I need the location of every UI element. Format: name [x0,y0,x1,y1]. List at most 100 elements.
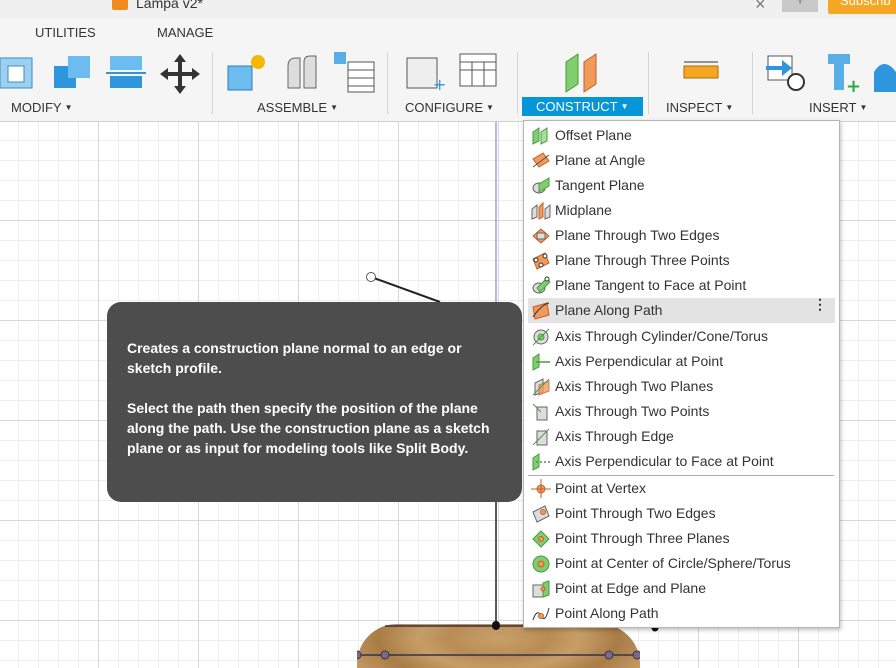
menu-item-midplane[interactable]: Midplane [528,198,835,223]
menu-item-plane-at-angle[interactable]: Plane at Angle [528,148,835,173]
insert-derive-icon[interactable] [766,52,808,94]
menu-item-point-vertex[interactable]: Point at Vertex [528,476,835,501]
measure-icon[interactable] [682,58,722,88]
menu-item-label: Plane at Angle [555,152,646,168]
menu-item-label: Axis Through Edge [555,428,674,444]
inspect-label: INSPECT [666,100,723,115]
wood-edges [357,624,640,660]
menu-item-axis-two-planes[interactable]: Axis Through Two Planes [528,374,835,399]
menu-item-label: Axis Perpendicular at Point [555,353,724,369]
configure-label: CONFIGURE [405,100,483,115]
plane-at-angle-icon [532,152,550,168]
tab-utilities[interactable]: UTILITIES [35,25,96,40]
menu-item-label: Axis Perpendicular to Face at Point [555,453,774,469]
new-tab-button[interactable]: + [782,0,818,12]
plane-tangent-face-icon [532,276,551,294]
menu-item-plane-tangent-face[interactable]: Plane Tangent to Face at Point [528,273,835,298]
menu-item-axis-edge[interactable]: Axis Through Edge [528,424,835,449]
configure-menu[interactable]: CONFIGURE ▼ [405,100,494,115]
svg-text:+: + [846,76,861,94]
insert-canvas-icon[interactable] [874,56,896,94]
configuration-table-icon[interactable] [458,52,502,94]
document-title[interactable]: Lampa v2* [136,0,203,11]
menu-item-label: Axis Through Two Planes [555,378,714,394]
menu-item-label: Point Along Path [555,605,659,621]
menu-item-label: Plane Through Two Edges [555,227,720,243]
tooltip-detail: Select the path then specify the positio… [127,400,490,456]
ribbon-toolbar: UTILITIES MANAGE MODIFY ▼ ASSEMBLE ▼ + C… [0,18,896,122]
separator [212,52,213,114]
axis-perp-face-icon [532,453,550,471]
menu-item-axis-two-points[interactable]: Axis Through Two Points [528,399,835,424]
tooltip-summary: Creates a construction plane normal to a… [127,340,462,376]
construct-menu[interactable]: CONSTRUCT ▼ [522,97,643,116]
menu-item-label: Point Through Three Planes [555,530,730,546]
joint-icon[interactable] [282,52,322,94]
split-body-icon[interactable] [106,52,148,94]
axis-two-planes-icon [532,378,550,396]
axis-cylinder-icon [532,328,550,346]
menu-item-axis-perp-point[interactable]: Axis Perpendicular at Point [528,349,835,374]
insert-menu[interactable]: INSERT ▼ [809,100,867,115]
menu-item-tangent-plane[interactable]: Tangent Plane [528,173,835,198]
separator [387,52,388,114]
axis-perp-point-icon [532,353,550,371]
menu-item-axis-cylinder[interactable]: Axis Through Cylinder/Cone/Torus [528,324,835,349]
midplane-icon [531,201,551,220]
modify-menu[interactable]: MODIFY ▼ [11,100,72,115]
wood-body[interactable] [357,624,640,668]
menu-item-point-along-path[interactable]: Point Along Path [528,601,835,626]
caret-down-icon: ▼ [330,103,339,112]
menu-item-offset-plane[interactable]: Offset Plane [528,123,835,148]
point-two-edges-icon [532,505,550,523]
separator [517,52,518,114]
point-edge-plane-icon [532,580,550,598]
menu-item-plane-two-edges[interactable]: Plane Through Two Edges [528,223,835,248]
plane-along-path-icon [532,302,550,320]
menu-item-label: Plane Along Path [555,302,663,318]
tab-manage[interactable]: MANAGE [157,25,213,40]
insert-mcmaster-icon[interactable]: + [822,52,864,94]
menu-item-plane-along-path[interactable]: Plane Along Path ⋮ [528,297,835,323]
more-options-icon[interactable]: ⋮ [813,297,827,311]
construct-plane-icon[interactable] [562,52,604,94]
axis-edge-icon [532,428,550,446]
caret-down-icon: ▼ [486,103,494,112]
close-tab-icon[interactable]: × [755,0,766,15]
menu-item-axis-perp-face[interactable]: Axis Perpendicular to Face at Point [528,449,835,474]
menu-item-label: Midplane [555,202,612,218]
insert-label: INSERT [809,100,857,115]
assemble-label: ASSEMBLE [257,100,328,115]
plane-two-edges-icon [532,228,550,244]
construct-dropdown: Offset Plane Plane at Angle Tangent Plan… [523,120,840,628]
new-component-icon[interactable] [226,52,270,94]
menu-item-label: Axis Through Two Points [555,403,710,419]
offset-plane-icon [532,127,548,145]
inspect-menu[interactable]: INSPECT ▼ [666,100,733,115]
menu-item-label: Offset Plane [555,127,632,143]
menu-item-label: Plane Tangent to Face at Point [555,277,747,293]
point-center-icon [532,555,550,573]
menu-item-point-two-edges[interactable]: Point Through Two Edges [528,501,835,526]
menu-item-point-three-planes[interactable]: Point Through Three Planes [528,526,835,551]
combine-icon[interactable] [52,52,94,94]
menu-item-point-center[interactable]: Point at Center of Circle/Sphere/Torus [528,551,835,576]
move-icon[interactable] [160,54,200,94]
title-strip: Lampa v2* × + Subscrib [0,0,896,18]
subscribe-button[interactable]: Subscrib [828,0,896,14]
construct-label: CONSTRUCT [536,99,618,114]
configure-icon[interactable]: + [405,52,449,94]
bill-of-materials-icon[interactable] [334,52,376,94]
menu-item-point-edge-plane[interactable]: Point at Edge and Plane [528,576,835,601]
caret-down-icon: ▼ [725,103,734,112]
caret-down-icon: ▼ [859,103,868,112]
menu-item-plane-three-points[interactable]: Plane Through Three Points [528,248,835,273]
modify-label: MODIFY [11,100,62,115]
plane-three-points-icon [532,252,550,270]
separator [648,52,649,114]
menu-item-label: Tangent Plane [555,177,645,193]
menu-item-label: Plane Through Three Points [555,252,730,268]
assemble-menu[interactable]: ASSEMBLE ▼ [257,100,338,115]
point-along-path-icon [532,607,550,621]
press-pull-icon[interactable] [0,52,40,94]
